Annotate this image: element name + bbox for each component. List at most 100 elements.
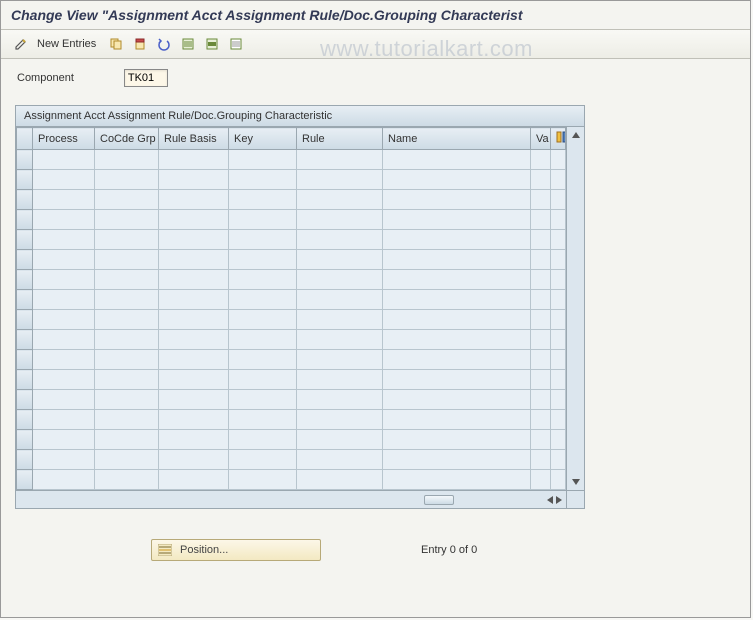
table-cell[interactable] [159,430,229,450]
table-cell[interactable] [159,370,229,390]
table-cell[interactable] [229,250,297,270]
table-cell[interactable] [531,150,551,170]
table-cell[interactable] [159,470,229,490]
table-cell[interactable] [551,450,566,470]
table-cell[interactable] [531,190,551,210]
table-config-icon[interactable] [551,128,566,150]
table-cell[interactable] [383,190,531,210]
position-button[interactable]: Position... [151,539,321,561]
table-row[interactable] [17,430,566,450]
table-cell[interactable] [33,470,95,490]
component-input[interactable] [124,69,168,87]
table-cell[interactable] [297,270,383,290]
table-cell[interactable] [531,290,551,310]
table-cell[interactable] [297,350,383,370]
scroll-down-icon[interactable] [572,479,580,485]
table-cell[interactable] [531,390,551,410]
table-cell[interactable] [229,430,297,450]
row-selector[interactable] [17,410,33,430]
table-cell[interactable] [531,410,551,430]
table-cell[interactable] [95,270,159,290]
table-cell[interactable] [159,190,229,210]
table-cell[interactable] [95,210,159,230]
table-cell[interactable] [33,350,95,370]
table-row[interactable] [17,310,566,330]
table-cell[interactable] [531,330,551,350]
table-cell[interactable] [531,270,551,290]
table-cell[interactable] [383,230,531,250]
table-cell[interactable] [95,250,159,270]
select-all-rows[interactable] [17,128,33,150]
vertical-scrollbar[interactable] [566,127,584,490]
table-cell[interactable] [531,170,551,190]
table-cell[interactable] [159,250,229,270]
row-selector[interactable] [17,310,33,330]
row-selector[interactable] [17,350,33,370]
table-cell[interactable] [229,210,297,230]
table-cell[interactable] [95,450,159,470]
row-selector[interactable] [17,210,33,230]
table-row[interactable] [17,170,566,190]
table-row[interactable] [17,350,566,370]
table-cell[interactable] [159,350,229,370]
table-cell[interactable] [551,270,566,290]
table-cell[interactable] [551,250,566,270]
row-selector[interactable] [17,230,33,250]
table-cell[interactable] [551,390,566,410]
table-row[interactable] [17,250,566,270]
table-cell[interactable] [531,230,551,250]
table-cell[interactable] [297,450,383,470]
table-cell[interactable] [383,150,531,170]
table-cell[interactable] [33,230,95,250]
table-cell[interactable] [159,170,229,190]
table-cell[interactable] [531,370,551,390]
undo-change-icon[interactable] [154,34,174,54]
table-cell[interactable] [33,310,95,330]
table-row[interactable] [17,290,566,310]
table-cell[interactable] [159,230,229,250]
table-cell[interactable] [95,190,159,210]
column-header-name[interactable]: Name [383,128,531,150]
table-cell[interactable] [297,250,383,270]
table-cell[interactable] [229,150,297,170]
table-cell[interactable] [383,410,531,430]
table-cell[interactable] [383,330,531,350]
table-cell[interactable] [297,310,383,330]
table-cell[interactable] [33,370,95,390]
table-cell[interactable] [297,390,383,410]
table-cell[interactable] [383,290,531,310]
table-row[interactable] [17,150,566,170]
table-cell[interactable] [383,210,531,230]
table-cell[interactable] [551,170,566,190]
table-cell[interactable] [531,470,551,490]
column-header-val[interactable]: Va [531,128,551,150]
table-cell[interactable] [531,310,551,330]
table-cell[interactable] [297,330,383,350]
table-cell[interactable] [297,370,383,390]
table-cell[interactable] [229,230,297,250]
table-cell[interactable] [383,370,531,390]
row-selector[interactable] [17,290,33,310]
table-cell[interactable] [383,430,531,450]
table-row[interactable] [17,450,566,470]
table-cell[interactable] [95,350,159,370]
table-cell[interactable] [383,270,531,290]
table-cell[interactable] [383,390,531,410]
row-selector[interactable] [17,450,33,470]
table-cell[interactable] [383,450,531,470]
table-row[interactable] [17,390,566,410]
scroll-left-icon[interactable] [547,496,553,504]
table-cell[interactable] [531,350,551,370]
table-cell[interactable] [297,170,383,190]
table-row[interactable] [17,190,566,210]
table-cell[interactable] [33,210,95,230]
scroll-right-icon[interactable] [556,496,562,504]
table-cell[interactable] [95,390,159,410]
table-cell[interactable] [383,310,531,330]
table-cell[interactable] [551,150,566,170]
table-cell[interactable] [383,350,531,370]
table-cell[interactable] [383,250,531,270]
table-cell[interactable] [33,330,95,350]
table-cell[interactable] [229,350,297,370]
delete-icon[interactable] [130,34,150,54]
